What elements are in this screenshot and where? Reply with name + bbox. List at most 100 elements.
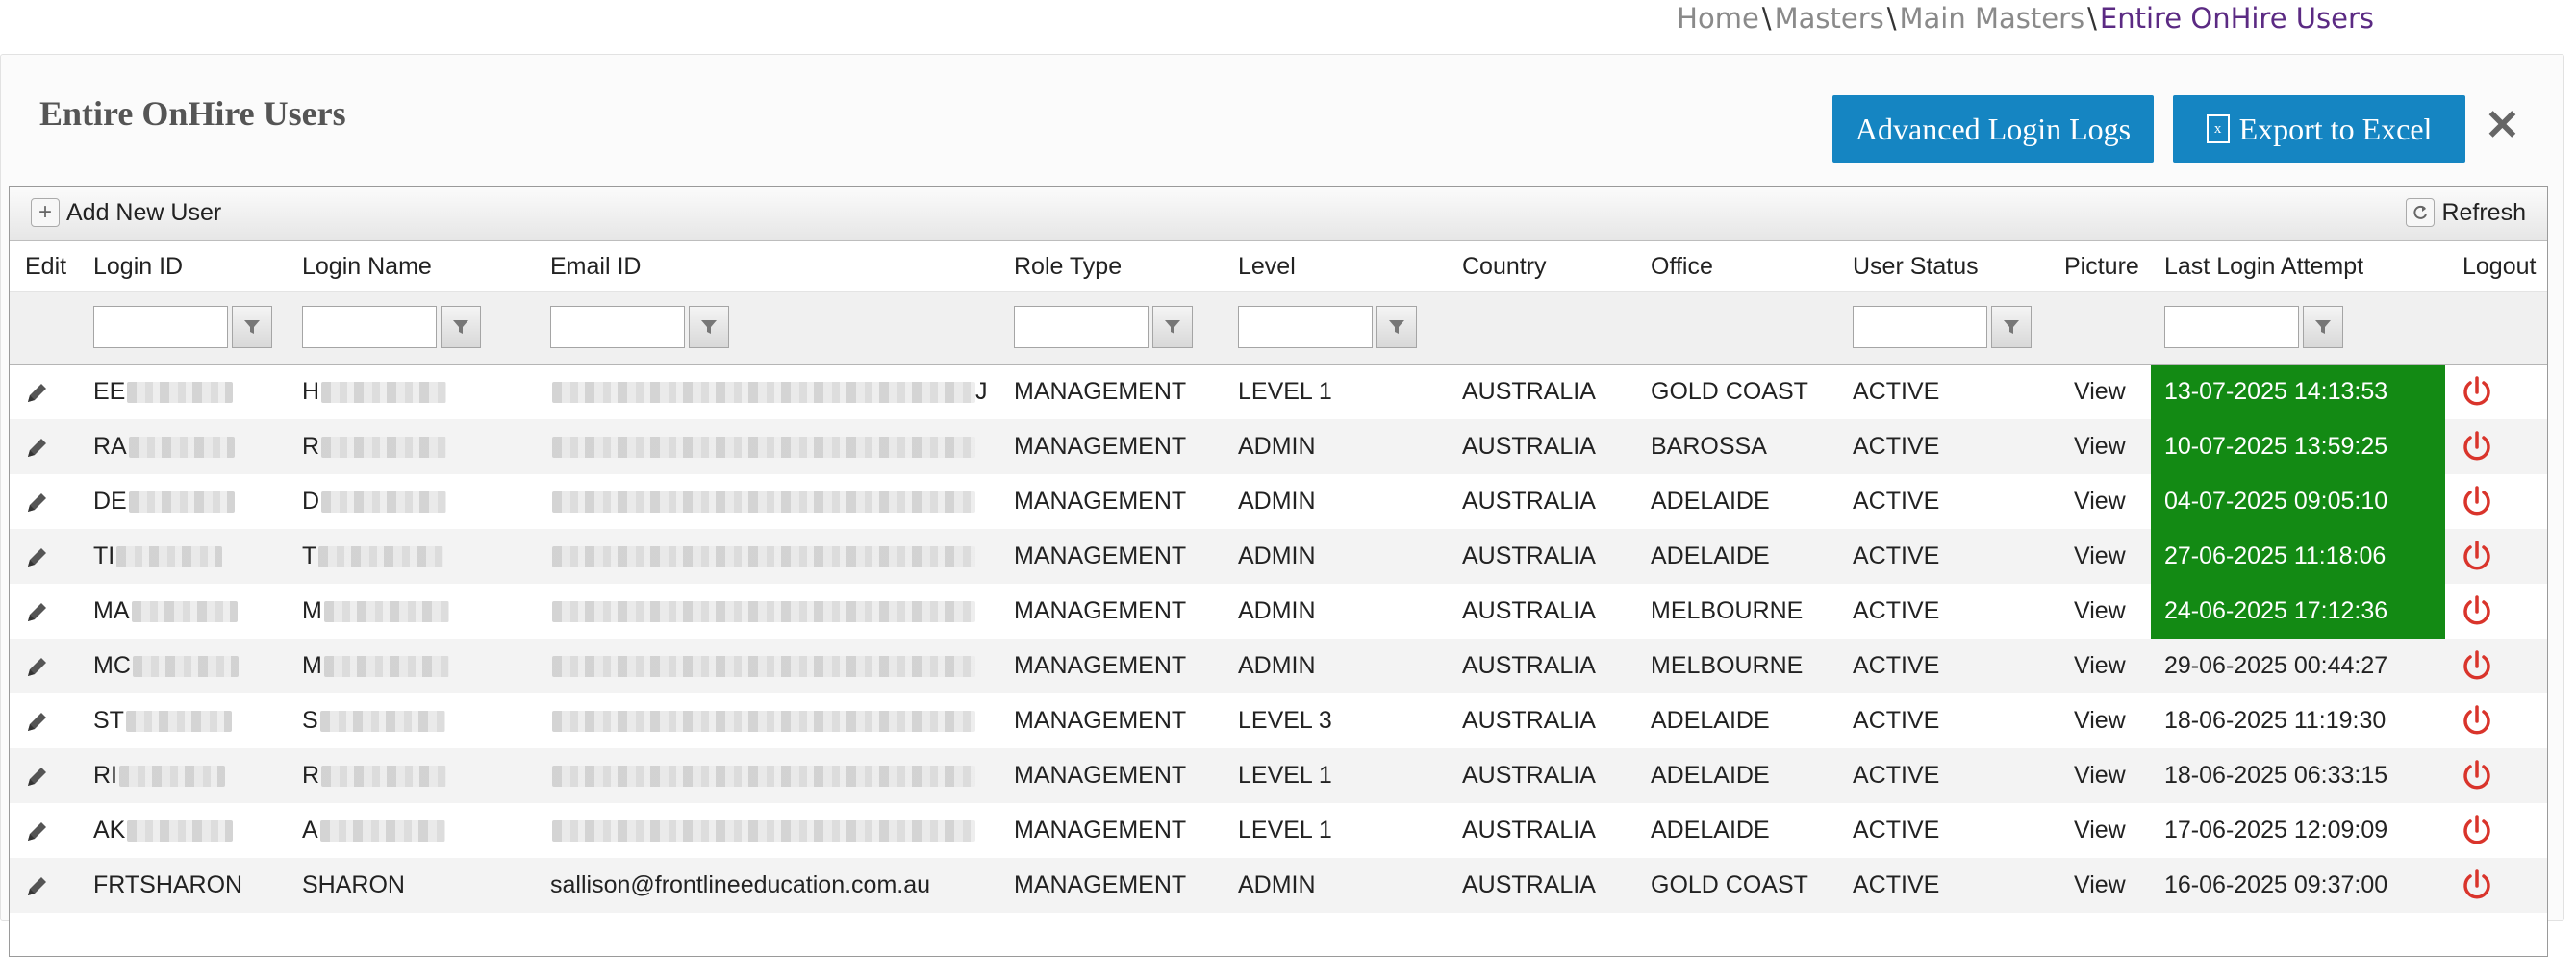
pencil-icon[interactable] (23, 380, 50, 407)
redacted-mask (321, 491, 447, 514)
view-picture-link[interactable]: View (2074, 433, 2126, 461)
add-new-user-button[interactable]: + Add New User (31, 198, 221, 227)
breadcrumb-masters[interactable]: Masters (1775, 2, 1884, 35)
logout-power-icon[interactable] (2459, 429, 2495, 466)
view-picture-link[interactable]: View (2074, 488, 2126, 516)
export-to-excel-button[interactable]: x Export to Excel (2173, 95, 2465, 163)
logout-power-icon[interactable] (2459, 484, 2495, 520)
breadcrumb-home[interactable]: Home (1677, 2, 1759, 35)
pencil-icon[interactable] (23, 599, 50, 626)
cell-office: ADELAIDE (1651, 817, 1770, 844)
excel-icon: x (2206, 114, 2230, 143)
cell-level: ADMIN (1238, 542, 1316, 569)
cell-login-name: M (302, 652, 449, 680)
view-picture-link[interactable]: View (2074, 597, 2126, 625)
filter-icon[interactable] (1152, 306, 1193, 348)
cell-role-type: MANAGEMENT (1014, 817, 1187, 844)
col-header-level[interactable]: Level (1238, 253, 1296, 281)
filter-email-id (550, 306, 729, 348)
close-icon[interactable]: ✕ (2485, 105, 2520, 147)
cell-email-id (550, 488, 975, 516)
filter-icon[interactable] (441, 306, 481, 348)
logout-power-icon[interactable] (2459, 758, 2495, 794)
grid-header-row: Edit Login ID Login Name Email ID Role T… (10, 241, 2547, 292)
breadcrumb-separator: \ (1761, 2, 1772, 35)
pencil-icon[interactable] (23, 709, 50, 736)
login-name-filter-input[interactable] (302, 306, 437, 348)
view-picture-link[interactable]: View (2074, 378, 2126, 406)
col-header-login-id[interactable]: Login ID (93, 253, 183, 281)
col-header-role-type[interactable]: Role Type (1014, 253, 1122, 281)
col-header-email-id[interactable]: Email ID (550, 253, 641, 281)
advanced-login-logs-button[interactable]: Advanced Login Logs (1832, 95, 2154, 163)
cell-login-id: FRTSHARON (93, 871, 242, 899)
cell-email-id (550, 817, 975, 844)
cell-login-id: EE (93, 378, 234, 406)
cell-office: ADELAIDE (1651, 762, 1770, 789)
view-picture-link[interactable]: View (2074, 871, 2126, 899)
redacted-mask (131, 601, 238, 623)
pencil-icon[interactable] (23, 435, 50, 462)
breadcrumb-main-masters[interactable]: Main Masters (1900, 2, 2085, 35)
filter-last-login (2164, 306, 2343, 348)
table-row[interactable]: EE H J MANAGEMENT LEVEL 1 AUSTRALIA GOLD… (10, 365, 2547, 419)
pencil-icon[interactable] (23, 544, 50, 571)
table-row[interactable]: MC M MANAGEMENT ADMIN AUSTRALIA MELBOURN… (10, 639, 2547, 693)
table-row[interactable]: MA M MANAGEMENT ADMIN AUSTRALIA MELBOURN… (10, 584, 2547, 639)
filter-icon[interactable] (1376, 306, 1417, 348)
table-row[interactable]: DE D MANAGEMENT ADMIN AUSTRALIA ADELAIDE… (10, 474, 2547, 529)
table-row[interactable]: ST S MANAGEMENT LEVEL 3 AUSTRALIA ADELAI… (10, 693, 2547, 748)
login-id-filter-input[interactable] (93, 306, 228, 348)
cell-email-id (550, 652, 975, 680)
email-id-filter-input[interactable] (550, 306, 685, 348)
view-picture-link[interactable]: View (2074, 542, 2126, 570)
logout-power-icon[interactable] (2459, 539, 2495, 575)
col-header-user-status[interactable]: User Status (1853, 253, 1979, 281)
table-row[interactable]: RA R MANAGEMENT ADMIN AUSTRALIA BAROSSA … (10, 419, 2547, 474)
filter-icon[interactable] (689, 306, 729, 348)
cell-level: LEVEL 3 (1238, 707, 1332, 734)
redacted-mask (319, 820, 445, 843)
cell-country: AUSTRALIA (1462, 762, 1596, 789)
table-row[interactable]: TI T MANAGEMENT ADMIN AUSTRALIA ADELAIDE… (10, 529, 2547, 584)
pencil-icon[interactable] (23, 654, 50, 681)
table-row[interactable]: AK A MANAGEMENT LEVEL 1 AUSTRALIA ADELAI… (10, 803, 2547, 858)
view-picture-link[interactable]: View (2074, 652, 2126, 680)
last-login-filter-input[interactable] (2164, 306, 2299, 348)
refresh-button[interactable]: Refresh (2406, 198, 2526, 227)
pencil-icon[interactable] (23, 873, 50, 900)
view-picture-link[interactable]: View (2074, 762, 2126, 790)
col-header-last-login[interactable]: Last Login Attempt (2164, 253, 2363, 281)
filter-icon[interactable] (2303, 306, 2343, 348)
col-header-office[interactable]: Office (1651, 253, 1713, 281)
redacted-mask (323, 601, 449, 623)
cell-login-id: ST (93, 707, 232, 735)
logout-power-icon[interactable] (2459, 593, 2495, 630)
redacted-mask (319, 711, 445, 733)
pencil-icon[interactable] (23, 490, 50, 516)
cell-office: ADELAIDE (1651, 488, 1770, 515)
view-picture-link[interactable]: View (2074, 707, 2126, 735)
user-status-filter-input[interactable] (1853, 306, 1987, 348)
logout-power-icon[interactable] (2459, 374, 2495, 411)
level-filter-input[interactable] (1238, 306, 1373, 348)
logout-power-icon[interactable] (2459, 813, 2495, 849)
table-row[interactable]: FRTSHARON SHARON sallison@frontlineeduca… (10, 858, 2547, 913)
filter-login-name (302, 306, 481, 348)
logout-power-icon[interactable] (2459, 703, 2495, 740)
breadcrumb: Home \ Masters \ Main Masters \ Entire OnHire … (1677, 2, 2374, 35)
table-row[interactable]: RI R MANAGEMENT LEVEL 1 AUSTRALIA ADELAI… (10, 748, 2547, 803)
pencil-icon[interactable] (23, 818, 50, 845)
cell-login-id: MA (93, 597, 238, 625)
filter-role-type (1014, 306, 1193, 348)
col-header-country[interactable]: Country (1462, 253, 1547, 281)
pencil-icon[interactable] (23, 764, 50, 791)
redacted-mask (128, 437, 235, 459)
filter-icon[interactable] (1991, 306, 2032, 348)
filter-icon[interactable] (232, 306, 272, 348)
logout-power-icon[interactable] (2459, 648, 2495, 685)
role-type-filter-input[interactable] (1014, 306, 1149, 348)
view-picture-link[interactable]: View (2074, 817, 2126, 844)
cell-level: ADMIN (1238, 871, 1316, 898)
col-header-login-name[interactable]: Login Name (302, 253, 432, 281)
